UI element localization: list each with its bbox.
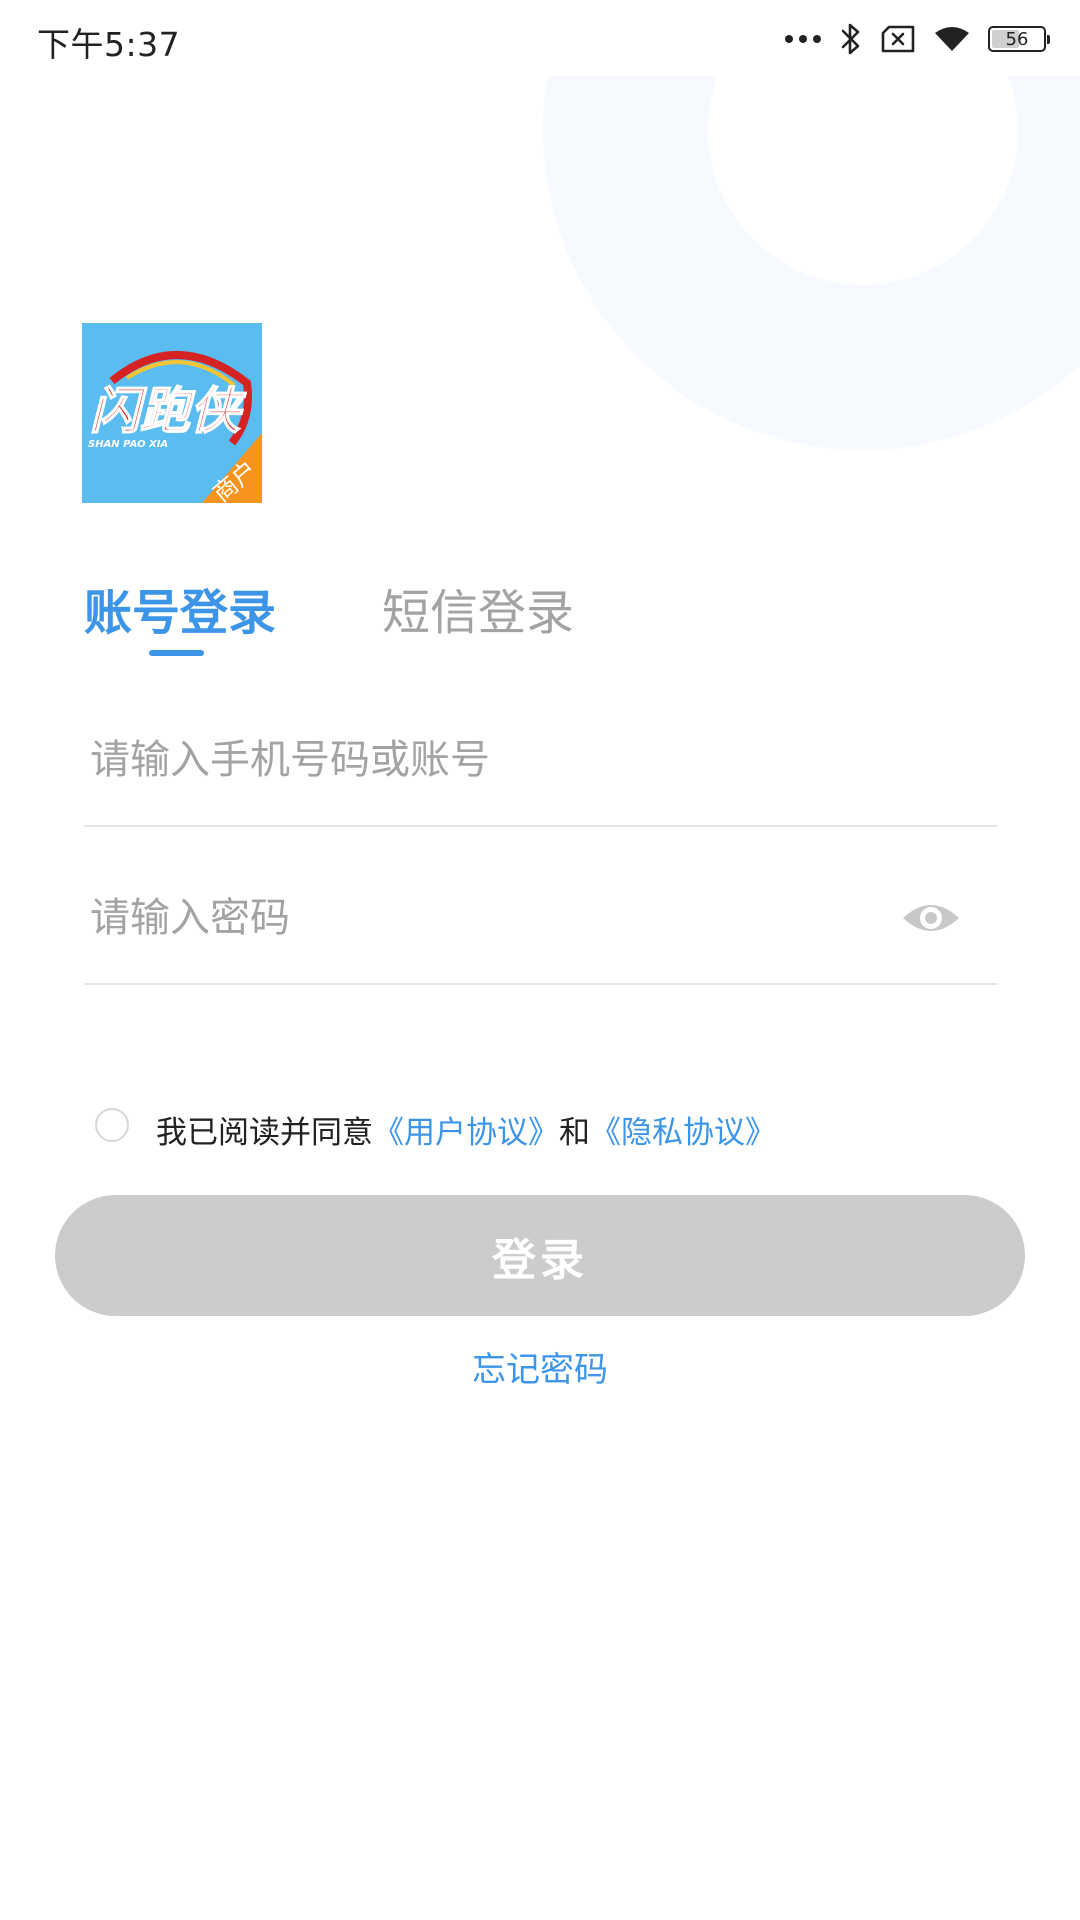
account-input[interactable]	[84, 715, 997, 805]
wifi-icon	[935, 27, 969, 51]
account-divider	[84, 825, 997, 827]
login-screen: 下午5:37 56 闪跑侠 SHAN PAO XIA 商户 账号登录 短信登录 …	[0, 0, 1080, 1920]
tab-sms-login[interactable]: 短信登录	[382, 573, 574, 643]
status-icons: 56	[784, 20, 1050, 58]
app-logo: 闪跑侠 SHAN PAO XIA 商户	[82, 323, 262, 503]
password-field	[84, 873, 997, 963]
account-field	[84, 715, 997, 805]
svg-text:闪跑侠: 闪跑侠	[90, 382, 247, 440]
user-agreement-link[interactable]: 《用户协议》	[373, 1115, 559, 1151]
login-button[interactable]: 登录	[55, 1195, 1025, 1316]
agreement-prefix: 我已阅读并同意	[156, 1115, 373, 1151]
svg-text:SHAN PAO XIA: SHAN PAO XIA	[88, 439, 168, 450]
agreement-text: 我已阅读并同意《用户协议》和《隐私协议》	[156, 1107, 776, 1152]
forgot-password-label[interactable]: 忘记密码	[472, 1350, 608, 1390]
status-bar: 下午5:37 56	[0, 0, 1080, 76]
battery-icon: 56	[988, 26, 1050, 52]
password-input[interactable]	[84, 873, 997, 963]
sim-off-icon	[881, 25, 915, 53]
agreement-checkbox[interactable]	[95, 1108, 129, 1142]
eye-icon[interactable]	[901, 898, 961, 938]
forgot-password-link: 忘记密码	[0, 1342, 1080, 1391]
password-divider	[84, 983, 997, 985]
tab-active-indicator	[149, 650, 204, 656]
bluetooth-icon	[841, 23, 860, 55]
privacy-policy-link[interactable]: 《隐私协议》	[590, 1115, 776, 1151]
tab-account-login[interactable]: 账号登录	[84, 573, 276, 643]
battery-level: 56	[1005, 28, 1029, 50]
status-time: 下午5:37	[37, 25, 181, 64]
more-dots-icon	[785, 35, 821, 43]
agreement-conjunction: 和	[559, 1115, 590, 1151]
